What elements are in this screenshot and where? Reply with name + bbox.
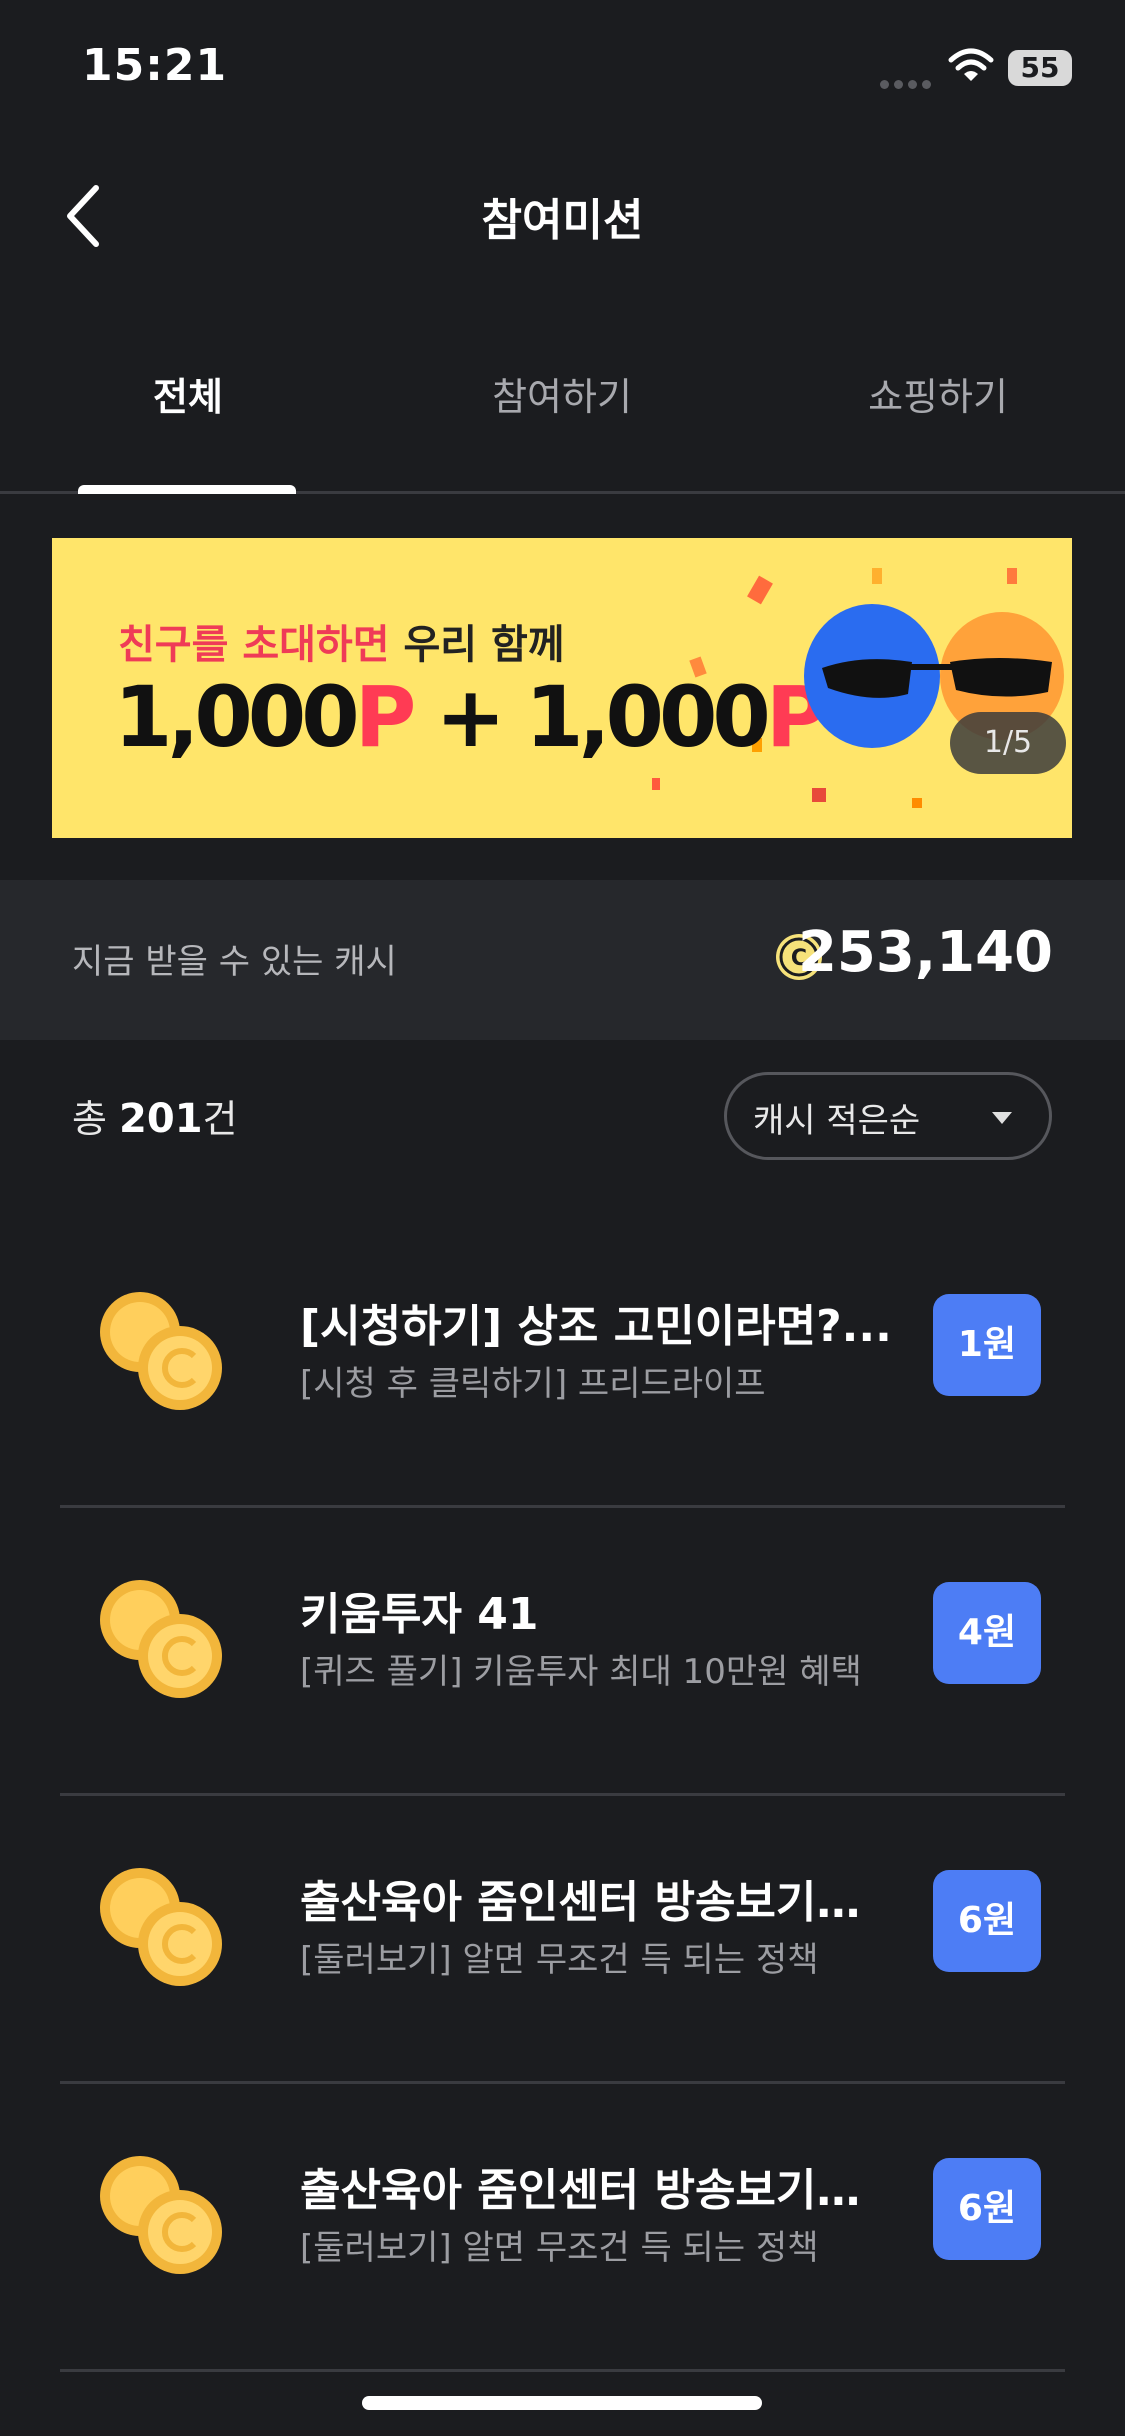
chevron-down-icon [992, 1112, 1012, 1124]
reward-button[interactable]: 6원 [933, 1870, 1041, 1972]
banner-unit-1: P [354, 668, 417, 766]
banner-subtitle: 친구를 초대하면 우리 함께 [118, 612, 565, 670]
tab-participate[interactable]: 참여하기 [412, 366, 712, 421]
mission-description: [둘러보기] 알면 무조건 득 되는 정책 [300, 2228, 819, 2268]
mission-item[interactable]: 키움투자 41 [퀴즈 풀기] 키움투자 최대 10만원 혜택 4원 [60, 1508, 1065, 1796]
signal-icon [880, 74, 936, 89]
wifi-icon [948, 48, 994, 81]
mission-title: 키움투자 41 [300, 1589, 539, 1640]
banner-amount-1: 1,000 [114, 668, 360, 766]
page-title: 참여미션 [481, 195, 644, 246]
count-prefix: 총 [72, 1097, 120, 1141]
count-value: 201 [119, 1096, 203, 1142]
banner-headline: 1,000P + 1,000P [114, 668, 827, 766]
tab-shopping[interactable]: 쇼핑하기 [788, 366, 1088, 421]
status-time: 15:21 [82, 40, 228, 91]
tab-bar: 전체 참여하기 쇼핑하기 [0, 330, 1125, 494]
available-cash-bar: 지금 받을 수 있는 캐시 C 253,140 [0, 880, 1125, 1040]
available-cash-amount: 253,140 [797, 920, 1053, 985]
header: 참여미션 [0, 140, 1125, 290]
coins-icon [100, 2156, 222, 2274]
promo-banner[interactable]: 친구를 초대하면 우리 함께 1,000P + 1,000P 1/5 [52, 538, 1072, 838]
banner-subtitle-highlight: 친구를 초대하면 [118, 622, 390, 668]
battery-icon: 55 [1008, 50, 1072, 86]
reward-button[interactable]: 1원 [933, 1294, 1041, 1396]
mission-list: [시청하기] 상조 고민이라면?... [시청 후 클릭하기] 프리드라이프 1… [0, 1220, 1125, 2372]
mission-description: [퀴즈 풀기] 키움투자 최대 10만원 혜택 [300, 1652, 862, 1692]
mission-title: 출산육아 줌인센터 방송보기… [300, 2165, 861, 2216]
mission-title: [시청하기] 상조 고민이라면?... [300, 1301, 892, 1352]
sort-dropdown[interactable]: 캐시 적은순 [724, 1072, 1052, 1160]
home-indicator[interactable] [362, 2396, 762, 2410]
available-cash-label: 지금 받을 수 있는 캐시 [72, 942, 397, 982]
banner-plus: + [411, 668, 526, 766]
banner-subtitle-text: 우리 함께 [403, 622, 565, 668]
mission-description: [둘러보기] 알면 무조건 득 되는 정책 [300, 1940, 819, 1980]
mission-description: [시청 후 클릭하기] 프리드라이프 [300, 1364, 766, 1404]
status-bar: 15:21 55 [0, 0, 1125, 140]
banner-amount-2: 1,000 [525, 668, 771, 766]
mission-title: 출산육아 줌인센터 방송보기… [300, 1877, 861, 1928]
mission-item[interactable]: 출산육아 줌인센터 방송보기… [둘러보기] 알면 무조건 득 되는 정책 6원 [60, 1796, 1065, 2084]
banner-page-indicator: 1/5 [950, 712, 1066, 774]
count-suffix: 건 [202, 1097, 238, 1141]
coins-icon [100, 1580, 222, 1698]
mission-item[interactable]: 출산육아 줌인센터 방송보기… [둘러보기] 알면 무조건 득 되는 정책 6원 [60, 2084, 1065, 2372]
tab-all[interactable]: 전체 [38, 366, 338, 421]
coins-icon [100, 1868, 222, 1986]
reward-button[interactable]: 6원 [933, 2158, 1041, 2260]
mission-page: 15:21 55 참여미션 전체 참여하기 쇼핑하기 친구를 초대하면 우리 함… [0, 0, 1125, 2436]
coins-icon [100, 1292, 222, 1410]
mission-count: 총 201건 [72, 1088, 238, 1143]
reward-button[interactable]: 4원 [933, 1582, 1041, 1684]
tab-indicator [78, 485, 296, 494]
sort-label: 캐시 적은순 [753, 1101, 921, 1141]
mission-item[interactable]: [시청하기] 상조 고민이라면?... [시청 후 클릭하기] 프리드라이프 1… [60, 1220, 1065, 1508]
